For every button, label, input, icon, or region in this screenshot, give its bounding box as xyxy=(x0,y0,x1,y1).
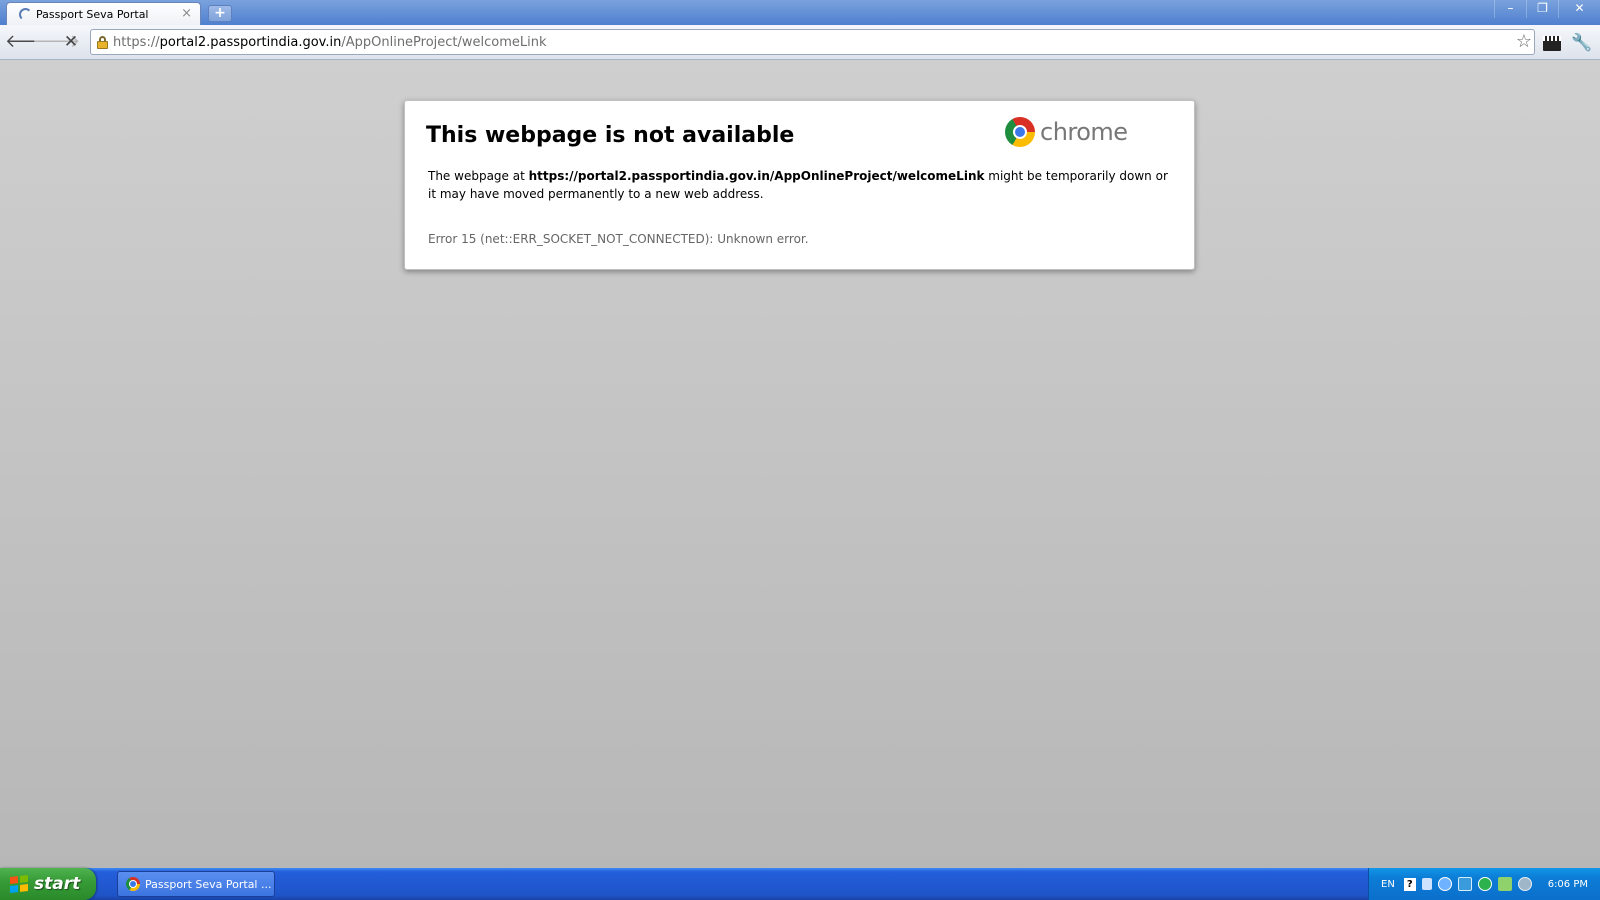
url-scheme: https:// xyxy=(113,34,160,50)
torrent-client-icon[interactable] xyxy=(1477,877,1492,891)
system-tray: EN ? 6:06 PM xyxy=(1368,868,1600,900)
window-close-button[interactable]: ✕ xyxy=(1558,0,1600,18)
loading-spinner-icon xyxy=(19,7,32,21)
lock-warning-icon[interactable] xyxy=(97,36,108,49)
tab-title: Passport Seva Portal xyxy=(36,7,149,21)
browser-titlebar: Passport Seva Portal × + – ❐ ✕ xyxy=(0,0,1600,25)
page-content: This webpage is not available chrome The… xyxy=(0,60,1600,868)
chrome-icon xyxy=(1005,117,1035,147)
browser-toolbar: 🡐 🡒 ✕ https://portal2.passportindia.gov.… xyxy=(0,25,1600,60)
error-description: The webpage at https://portal2.passporti… xyxy=(428,167,1173,203)
chrome-icon xyxy=(126,877,140,891)
language-bar-icon[interactable] xyxy=(1421,878,1432,890)
clapperboard-icon xyxy=(1543,35,1561,51)
update-icon[interactable] xyxy=(1517,877,1532,891)
windows-taskbar: start Passport Seva Portal ... EN ? 6:06… xyxy=(0,868,1600,900)
help-icon[interactable]: ? xyxy=(1403,877,1416,891)
stop-loading-button[interactable]: ✕ xyxy=(60,32,82,54)
forward-button[interactable]: 🡒 xyxy=(32,32,80,54)
new-tab-button[interactable]: + xyxy=(208,5,232,22)
error-title: This webpage is not available xyxy=(426,123,795,148)
bookmark-star-icon[interactable]: ☆ xyxy=(1516,32,1532,52)
url-path: /AppOnlineProject/welcomeLink xyxy=(341,34,547,50)
window-controls: – ❐ ✕ xyxy=(1494,0,1600,18)
error-description-url: https://portal2.passportindia.gov.in/App… xyxy=(528,169,985,183)
tray-back-icon[interactable] xyxy=(1437,877,1452,891)
error-description-prefix: The webpage at xyxy=(428,169,529,183)
windows-logo-icon xyxy=(10,875,28,893)
language-indicator[interactable]: EN xyxy=(1381,879,1395,890)
tab-close-icon[interactable]: × xyxy=(181,6,192,21)
tab-passport-seva-portal[interactable]: Passport Seva Portal × xyxy=(6,2,201,25)
taskbar-item-chrome[interactable]: Passport Seva Portal ... xyxy=(117,871,275,897)
restore-button[interactable]: ❐ xyxy=(1526,0,1558,18)
page-action-button[interactable] xyxy=(1540,31,1564,55)
error-card: This webpage is not available chrome The… xyxy=(404,100,1195,270)
clock[interactable]: 6:06 PM xyxy=(1548,879,1588,890)
minimize-button[interactable]: – xyxy=(1494,0,1526,18)
back-button[interactable]: 🡐 xyxy=(5,32,53,54)
wrench-menu-button[interactable]: 🔧 xyxy=(1570,31,1594,55)
error-code: Error 15 (net::ERR_SOCKET_NOT_CONNECTED)… xyxy=(428,232,809,246)
address-url[interactable]: https://portal2.passportindia.gov.in/App… xyxy=(113,35,547,50)
start-label: start xyxy=(34,874,81,894)
network-icon[interactable] xyxy=(1457,877,1472,891)
network-connection-icon[interactable] xyxy=(1497,877,1512,891)
taskbar-item-label: Passport Seva Portal ... xyxy=(145,877,272,891)
url-host: portal2.passportindia.gov.in xyxy=(159,34,342,50)
chrome-wordmark: chrome xyxy=(1040,118,1128,146)
chrome-logo: chrome xyxy=(1005,117,1128,147)
address-bar[interactable]: https://portal2.passportindia.gov.in/App… xyxy=(90,29,1535,55)
start-button[interactable]: start xyxy=(0,868,96,900)
